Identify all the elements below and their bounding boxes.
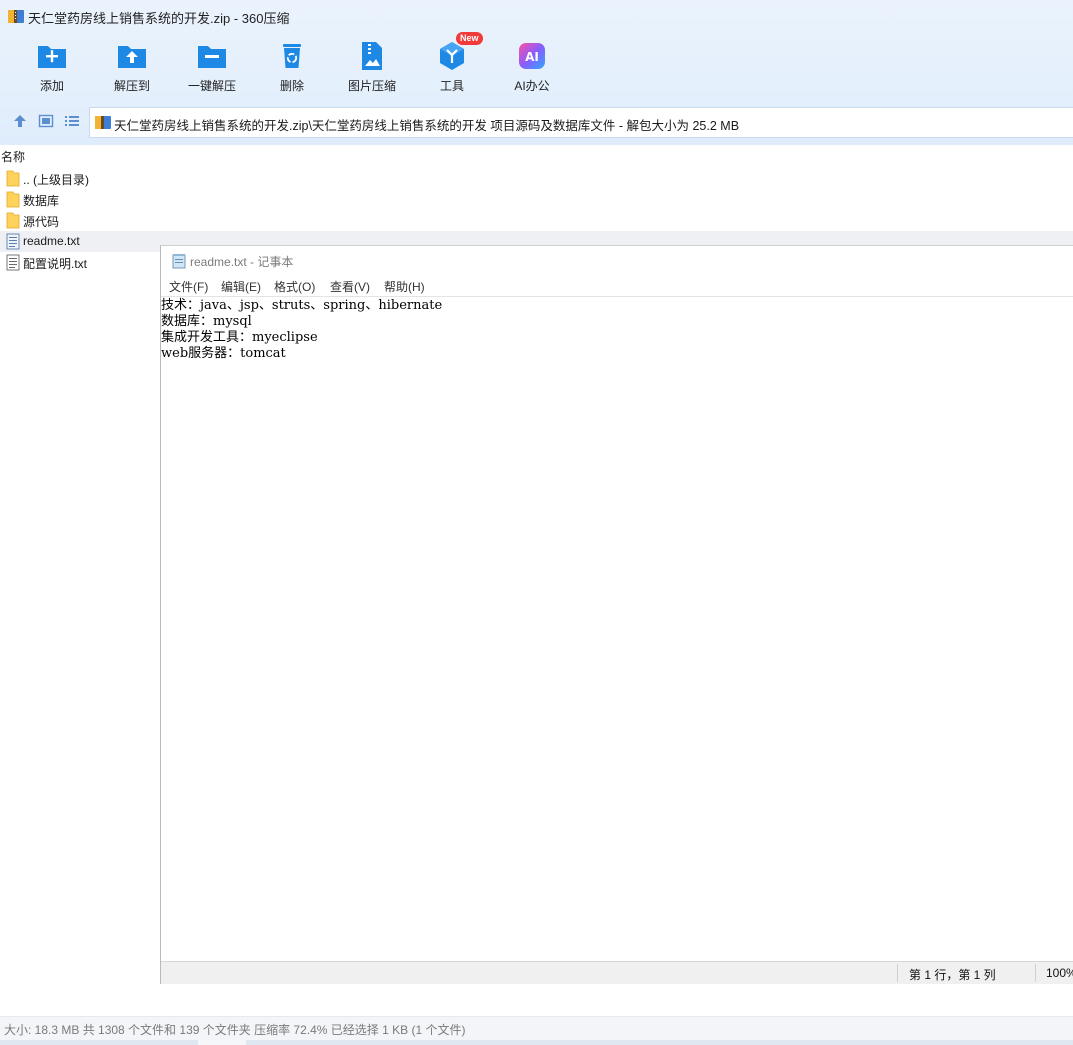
title-bar: 天仁堂药房线上销售系统的开发.zip - 360压缩	[0, 0, 1073, 32]
app-chrome: 天仁堂药房线上销售系统的开发.zip - 360压缩 添加 解压到 一键解压 删…	[0, 0, 1073, 145]
svg-text:AI: AI	[525, 50, 539, 64]
extract-to-label: 解压到	[113, 79, 150, 93]
archive-icon	[95, 116, 111, 129]
menu-file[interactable]: 文件(F)	[169, 278, 208, 295]
text-file-icon	[6, 233, 20, 250]
list-item-parent-dir[interactable]: .. (上级目录)	[0, 168, 1073, 189]
recycle-bin-icon	[283, 44, 301, 68]
path-text: 天仁堂药房线上销售系统的开发.zip\天仁堂药房线上销售系统的开发 项目源码及数…	[114, 119, 740, 133]
archive-summary: 大小: 18.3 MB 共 1308 个文件和 139 个文件夹 压缩率 72.…	[4, 1023, 466, 1037]
ai-office-label: AI办公	[514, 79, 550, 93]
file-list-header: 名称	[0, 146, 1073, 166]
menu-view[interactable]: 查看(V)	[330, 278, 370, 295]
notepad-title: readme.txt - 记事本	[190, 255, 294, 269]
delete-label: 删除	[279, 79, 304, 93]
add-folder-icon	[38, 46, 66, 68]
path-bar[interactable]: 天仁堂药房线上销售系统的开发.zip\天仁堂药房线上销售系统的开发 项目源码及数…	[89, 107, 1073, 138]
text-line: 数据库：mysql	[161, 314, 252, 329]
list-item-source-folder[interactable]: 源代码	[0, 210, 1073, 231]
extract-to-icon	[118, 46, 146, 68]
tools-label: 工具	[439, 79, 464, 93]
file-name: readme.txt	[23, 234, 80, 248]
main-toolbar: 添加 解压到 一键解压 删除 图片压缩 New 工具 AI AI办公	[0, 32, 600, 100]
image-compress-button[interactable]: 图片压缩	[332, 36, 412, 98]
archive-app-icon	[8, 10, 24, 23]
new-badge: New	[456, 32, 483, 45]
menu-edit[interactable]: 编辑(E)	[221, 278, 261, 295]
notepad-title-bar[interactable]: readme.txt - 记事本	[161, 246, 1073, 274]
list-view-icon[interactable]	[64, 113, 80, 129]
extract-to-button[interactable]: 解压到	[92, 36, 172, 98]
ai-office-button[interactable]: AI AI办公	[492, 36, 572, 98]
folder-icon	[6, 191, 20, 208]
text-file-icon	[6, 254, 20, 271]
text-line: 集成开发工具：myeclipse	[161, 330, 318, 345]
text-line: 技术：java、jsp、struts、spring、hibernate	[161, 298, 443, 313]
notepad-icon	[172, 254, 186, 269]
image-compress-label: 图片压缩	[347, 79, 396, 93]
notepad-menu-bar: 文件(F) 编辑(E) 格式(O) 查看(V) 帮助(H)	[161, 276, 1073, 296]
menu-format[interactable]: 格式(O)	[274, 278, 315, 295]
file-name: 数据库	[23, 194, 60, 208]
notepad-window: readme.txt - 记事本 文件(F) 编辑(E) 格式(O) 查看(V)…	[160, 245, 1073, 984]
list-item-database-folder[interactable]: 数据库	[0, 189, 1073, 210]
folder-icon	[6, 170, 20, 187]
window-title: 天仁堂药房线上销售系统的开发.zip - 360压缩	[28, 11, 290, 26]
status-divider	[897, 964, 898, 982]
file-name: 源代码	[23, 215, 60, 229]
scrollbar-thumb[interactable]	[198, 1040, 246, 1045]
thumbnail-view-icon[interactable]	[38, 113, 54, 129]
notepad-status-bar: 第 1 行，第 1 列 100%	[161, 961, 1073, 984]
file-name: .. (上级目录)	[23, 173, 89, 187]
navigation-bar: 天仁堂药房线上销售系统的开发.zip\天仁堂药房线上销售系统的开发 项目源码及数…	[0, 106, 1073, 138]
up-arrow-icon[interactable]	[12, 113, 28, 129]
add-label: 添加	[39, 79, 64, 93]
horizontal-scrollbar[interactable]	[0, 1040, 1073, 1045]
column-header-name[interactable]: 名称	[1, 148, 25, 165]
one-click-extract-icon	[198, 46, 226, 68]
add-button[interactable]: 添加	[12, 36, 92, 98]
file-name: 配置说明.txt	[23, 257, 88, 271]
tools-button[interactable]: New 工具	[412, 32, 492, 98]
cursor-position: 第 1 行，第 1 列	[909, 968, 996, 982]
notepad-text-area[interactable]: 技术：java、jsp、struts、spring、hibernate 数据库：…	[161, 296, 1073, 961]
ai-office-icon: AI	[519, 43, 545, 69]
zoom-level: 100%	[1046, 966, 1073, 980]
image-compress-icon	[362, 42, 382, 70]
status-bar: 大小: 18.3 MB 共 1308 个文件和 139 个文件夹 压缩率 72.…	[0, 1016, 1073, 1041]
one-click-extract-label: 一键解压	[187, 79, 236, 93]
delete-button[interactable]: 删除	[252, 36, 332, 98]
status-divider	[1035, 964, 1036, 982]
menu-help[interactable]: 帮助(H)	[384, 278, 425, 295]
text-line: web服务器：tomcat	[161, 346, 286, 361]
one-click-extract-button[interactable]: 一键解压	[172, 36, 252, 98]
folder-icon	[6, 212, 20, 229]
